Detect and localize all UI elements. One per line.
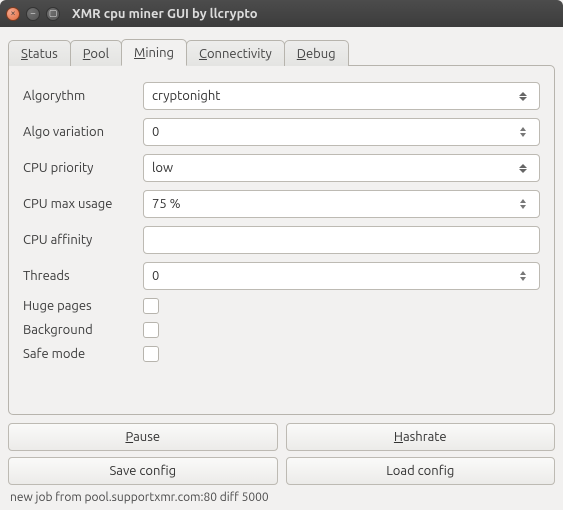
cpu-affinity-label: CPU affinity [23,233,133,247]
pause-button[interactable]: Pause [8,423,278,451]
background-label: Background [23,323,133,337]
tab-bar: Status Pool Mining Connectivity Debug [8,35,555,65]
cpu-priority-label: CPU priority [23,161,133,175]
hashrate-button[interactable]: Hashrate [286,423,556,451]
tab-pane-mining: Algorythm cryptonight Algo variation 0 C… [8,65,555,415]
cpu-priority-select[interactable]: low [143,154,540,182]
status-line: new job from pool.supportxmr.com:80 diff… [8,491,555,504]
threads-stepper[interactable]: 0 [143,262,540,290]
threads-label: Threads [23,269,133,283]
save-config-button[interactable]: Save config [8,457,278,485]
close-icon[interactable]: × [6,7,20,21]
tab-label: ool [90,47,109,61]
algo-variation-value: 0 [152,125,515,139]
algo-variation-label: Algo variation [23,125,133,139]
maximize-icon[interactable]: ▢ [46,7,60,21]
algo-variation-stepper[interactable]: 0 [143,118,540,146]
algorythm-value: cryptonight [152,89,515,103]
chevron-updown-icon [515,164,531,173]
stepper-icon [515,199,531,209]
chevron-updown-icon [515,92,531,101]
window-title: XMR cpu miner GUI by llcrypto [72,7,258,21]
tab-label: ining [145,46,174,60]
button-row-2: Save config Load config [8,457,555,485]
button-row-1: Pause Hashrate [8,423,555,451]
huge-pages-checkbox[interactable] [143,298,159,314]
tab-status[interactable]: Status [8,40,71,66]
titlebar: × – ▢ XMR cpu miner GUI by llcrypto [0,0,563,27]
cpu-max-usage-stepper[interactable]: 75 % [143,190,540,218]
cpu-max-usage-label: CPU max usage [23,197,133,211]
tab-connectivity[interactable]: Connectivity [186,40,285,66]
load-config-button[interactable]: Load config [286,457,556,485]
content-area: Status Pool Mining Connectivity Debug Al… [0,27,563,510]
cpu-priority-value: low [152,161,515,175]
algorythm-label: Algorythm [23,89,133,103]
tab-label: onnectivity [207,47,272,61]
safe-mode-checkbox[interactable] [143,346,159,362]
tab-label: tatus [28,47,58,61]
algorythm-select[interactable]: cryptonight [143,82,540,110]
tab-debug[interactable]: Debug [284,40,349,66]
tab-mining[interactable]: Mining [121,39,187,66]
minimize-icon[interactable]: – [26,7,40,21]
safe-mode-label: Safe mode [23,347,133,361]
background-checkbox[interactable] [143,322,159,338]
stepper-icon [515,271,531,281]
tab-pool[interactable]: Pool [70,40,122,66]
stepper-icon [515,127,531,137]
cpu-max-usage-value: 75 % [152,197,515,211]
huge-pages-label: Huge pages [23,299,133,313]
cpu-affinity-input[interactable] [143,226,540,254]
threads-value: 0 [152,269,515,283]
tab-label: ebug [306,47,336,61]
mining-form: Algorythm cryptonight Algo variation 0 C… [23,82,540,362]
